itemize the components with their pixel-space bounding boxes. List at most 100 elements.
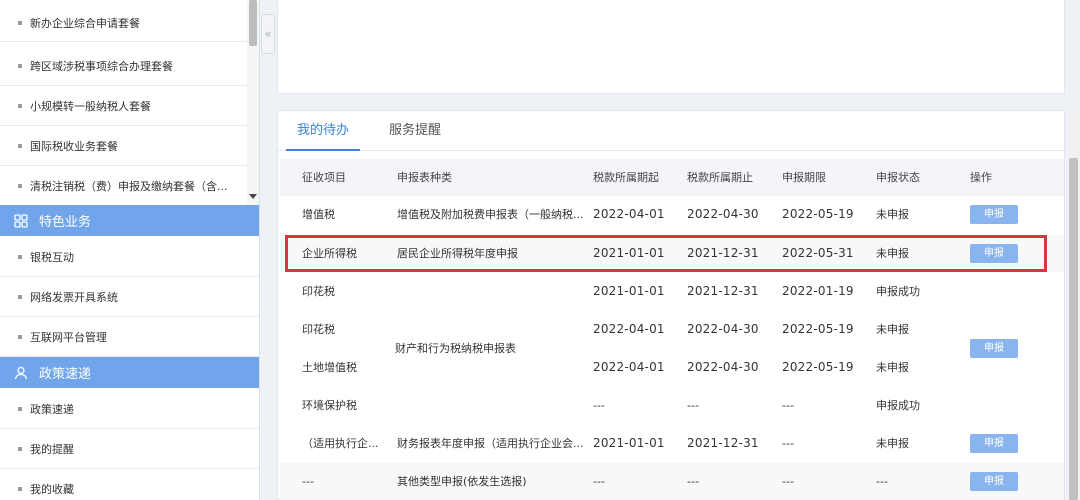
- status-cell: 申报成功: [876, 399, 920, 412]
- status-cell: 未申报: [876, 323, 909, 336]
- tab-bar: 我的待办 服务提醒: [278, 111, 1064, 151]
- sidebar-item-deregistration-package[interactable]: 清税注销税（费）申报及缴纳套餐（含...: [0, 166, 259, 206]
- table-header: 征收项目 申报表种类 税款所属期起 税款所属期止 申报期限 申报状态 操作: [280, 159, 1064, 196]
- deadline-cell: 2022-05-19: [782, 322, 854, 336]
- period-start-cell: 2022-04-01: [593, 207, 665, 221]
- status-cell: 申报成功: [876, 285, 920, 298]
- status-cell: ---: [876, 475, 888, 488]
- column-header: 征收项目: [302, 171, 346, 184]
- table-row: （适用执行企... 财务报表年度申报（适用执行企业会... 2021-01-01…: [280, 425, 1064, 462]
- deadline-cell: ---: [782, 475, 794, 488]
- todo-panel: 我的待办 服务提醒 征收项目 申报表种类 税款所属期起 税款所属期止 申报期限 …: [277, 110, 1065, 500]
- collapse-sidebar-button[interactable]: «: [261, 14, 275, 54]
- period-end-cell: ---: [687, 475, 699, 488]
- table-row: 环境保护税 --- --- --- 申报成功: [280, 387, 1064, 424]
- merged-form-type-cell: 财产和行为税纳税申报表: [395, 342, 516, 355]
- sidebar-item-label: 跨区域涉税事项综合办理套餐: [30, 59, 173, 73]
- sidebar-header-label: 政策速递: [39, 367, 92, 382]
- bullet-icon: [18, 254, 22, 259]
- status-cell: 未申报: [876, 208, 909, 221]
- declare-button[interactable]: 申报: [970, 244, 1018, 263]
- sidebar-item-label: 网络发票开具系统: [30, 290, 118, 304]
- deadline-cell: 2022-05-19: [782, 360, 854, 374]
- sidebar-item-international-tax-package[interactable]: 国际税收业务套餐: [0, 126, 259, 166]
- period-end-cell: 2022-04-30: [687, 322, 759, 336]
- sidebar-item-small-scale-package[interactable]: 小规模转一般纳税人套餐: [0, 86, 259, 126]
- tax-item-cell: （适用执行企...: [302, 437, 379, 450]
- column-header: 税款所属期起: [593, 171, 659, 184]
- sidebar-item-internet-platform[interactable]: 互联网平台管理: [0, 317, 259, 357]
- sidebar-header-special-business[interactable]: 特色业务: [0, 205, 259, 236]
- sidebar-item-label: 新办企业综合申请套餐: [30, 17, 140, 30]
- period-end-cell: 2021-12-31: [687, 284, 759, 298]
- sidebar-item-new-enterprise-package[interactable]: 新办企业综合申请套餐: [0, 5, 259, 42]
- tax-item-cell: 印花税: [302, 285, 335, 298]
- sidebar-item-label: 国际税收业务套餐: [30, 139, 118, 153]
- period-start-cell: 2021-01-01: [593, 246, 665, 260]
- period-end-cell: 2021-12-31: [687, 436, 759, 450]
- sidebar-item-label: 银税互动: [30, 250, 74, 264]
- period-end-cell: 2022-04-30: [687, 207, 759, 221]
- form-type-cell: 增值税及附加税费申报表（一般纳税...: [397, 208, 584, 221]
- sidebar-item-my-reminders[interactable]: 我的提醒: [0, 429, 259, 469]
- sidebar-item-label: 我的收藏: [30, 482, 74, 496]
- period-start-cell: ---: [593, 475, 605, 488]
- sidebar-item-label: 政策速递: [30, 402, 74, 416]
- bullet-icon: [18, 446, 22, 451]
- form-type-cell: 财务报表年度申报（适用执行企业会...: [397, 437, 584, 450]
- period-end-cell: ---: [687, 399, 699, 412]
- period-start-cell: ---: [593, 399, 605, 412]
- declare-button[interactable]: 申报: [970, 472, 1018, 491]
- tax-item-cell: 环境保护税: [302, 399, 357, 412]
- sidebar-item-e-invoice-system[interactable]: 网络发票开具系统: [0, 277, 259, 317]
- bullet-icon: [18, 143, 22, 148]
- declare-button[interactable]: 申报: [970, 205, 1018, 224]
- sidebar-item-policy-express[interactable]: 政策速递: [0, 389, 259, 429]
- sidebar-header-policy[interactable]: 政策速递: [0, 357, 259, 388]
- bullet-icon: [18, 486, 22, 491]
- period-end-cell: 2022-04-30: [687, 360, 759, 374]
- bullet-icon: [18, 103, 22, 108]
- top-panel: [277, 0, 1065, 94]
- main-scrollbar[interactable]: [1067, 110, 1080, 500]
- period-start-cell: 2021-01-01: [593, 436, 665, 450]
- user-icon: [13, 365, 29, 381]
- bullet-icon: [18, 334, 22, 339]
- sidebar-item-label: 我的提醒: [30, 442, 74, 456]
- table-row: 企业所得税 居民企业所得税年度申报 2021-01-01 2021-12-31 …: [280, 235, 1064, 272]
- table-row: 印花税 2021-01-01 2021-12-31 2022-01-19 申报成…: [280, 273, 1064, 310]
- status-cell: 未申报: [876, 437, 909, 450]
- sidebar-header-label: 特色业务: [39, 215, 92, 230]
- deadline-cell: ---: [782, 437, 794, 450]
- tab-my-todo[interactable]: 我的待办: [286, 111, 360, 151]
- sidebar-item-cross-region-package[interactable]: 跨区域涉税事项综合办理套餐: [0, 46, 259, 86]
- period-start-cell: 2022-04-01: [593, 360, 665, 374]
- sidebar-item-label: 小规模转一般纳税人套餐: [30, 99, 151, 113]
- column-header: 申报期限: [782, 171, 826, 184]
- table-row: --- 其他类型申报(依发生选报) --- --- --- --- 申报: [280, 463, 1064, 500]
- declare-button[interactable]: 申报: [970, 434, 1018, 453]
- column-header: 申报表种类: [397, 171, 452, 184]
- form-type-cell: 居民企业所得税年度申报: [397, 247, 518, 260]
- tax-item-cell: 增值税: [302, 208, 335, 221]
- bullet-icon: [18, 294, 22, 299]
- period-start-cell: 2022-04-01: [593, 322, 665, 336]
- status-cell: 未申报: [876, 247, 909, 260]
- sidebar-item-my-favorites[interactable]: 我的收藏: [0, 469, 259, 500]
- deadline-cell: 2022-05-31: [782, 246, 854, 260]
- scroll-down-arrow-icon[interactable]: [249, 194, 257, 199]
- period-end-cell: 2021-12-31: [687, 246, 759, 260]
- tab-service-reminders[interactable]: 服务提醒: [378, 111, 452, 151]
- sidebar-scrollbar[interactable]: [247, 0, 259, 205]
- declare-button-property-tax[interactable]: 申报: [970, 339, 1018, 358]
- sidebar-item-bank-tax-interaction[interactable]: 银税互动: [0, 237, 259, 277]
- scrollbar-thumb[interactable]: [249, 0, 257, 46]
- bullet-icon: [18, 21, 22, 25]
- tax-item-cell: ---: [302, 475, 314, 488]
- tax-item-cell: 印花税: [302, 323, 335, 336]
- tax-item-cell: 土地增值税: [302, 361, 357, 374]
- scrollbar-thumb[interactable]: [1069, 158, 1078, 500]
- column-header: 税款所属期止: [687, 171, 753, 184]
- table-row: 增值税 增值税及附加税费申报表（一般纳税... 2022-04-01 2022-…: [280, 196, 1064, 233]
- sidebar: 新办企业综合申请套餐 跨区域涉税事项综合办理套餐 小规模转一般纳税人套餐 国际税…: [0, 0, 260, 500]
